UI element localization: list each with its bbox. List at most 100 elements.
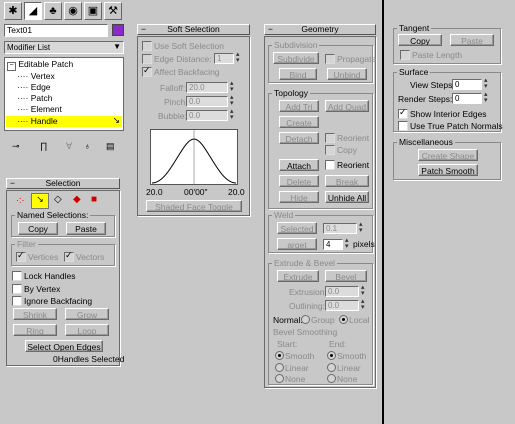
unbind-button[interactable]: Unbind bbox=[327, 68, 367, 80]
vertex-icon[interactable]: ·:· bbox=[16, 195, 25, 205]
motion-tab-icon[interactable]: ◉ bbox=[64, 2, 82, 20]
attach-button[interactable]: Attach bbox=[279, 159, 319, 171]
object-name-field[interactable]: Text01 bbox=[4, 24, 108, 37]
unhide-all-button[interactable]: Unhide All bbox=[325, 191, 369, 203]
spinner-icon[interactable] bbox=[230, 79, 236, 93]
start-linear-radio[interactable] bbox=[275, 363, 284, 372]
subdivide-button[interactable]: Subdivide bbox=[273, 52, 319, 64]
element-icon[interactable]: ■ bbox=[91, 194, 97, 205]
create-button[interactable]: Create bbox=[279, 116, 319, 128]
tangent-copy-button[interactable]: Copy bbox=[398, 34, 442, 46]
bubble-field[interactable]: 0.0 bbox=[186, 110, 228, 121]
pinch-field[interactable]: 0.0 bbox=[186, 96, 228, 107]
paste-named-selection-button[interactable]: Paste bbox=[66, 222, 106, 235]
spinner-icon[interactable] bbox=[361, 297, 367, 311]
copy-detach-checkbox[interactable] bbox=[325, 145, 335, 155]
stack-item-handle[interactable]: ···· Handle ↘ bbox=[6, 115, 122, 127]
propagate-checkbox[interactable] bbox=[325, 54, 335, 64]
spinner-icon[interactable] bbox=[230, 93, 236, 107]
outlining-field[interactable]: 0.0 bbox=[325, 300, 359, 311]
stack-item-element[interactable]: ···· Element bbox=[17, 104, 62, 114]
vertices-checkbox[interactable] bbox=[16, 250, 26, 262]
edge-distance-field[interactable]: 1 bbox=[214, 53, 234, 64]
patch-icon[interactable]: ◆ bbox=[73, 194, 81, 205]
end-smooth-radio[interactable] bbox=[327, 351, 336, 360]
spinner-icon[interactable] bbox=[361, 283, 367, 297]
show-interior-edges-checkbox[interactable] bbox=[398, 107, 408, 119]
remove-modifier-icon[interactable]: ♁ bbox=[84, 141, 91, 151]
geometry-rollout-header[interactable]: − Geometry bbox=[264, 24, 376, 35]
spinner-icon[interactable] bbox=[484, 76, 490, 90]
end-none-radio[interactable] bbox=[327, 374, 336, 383]
make-unique-icon[interactable]: ∀ bbox=[66, 141, 72, 152]
vectors-checkbox[interactable] bbox=[64, 250, 74, 262]
copy-named-selection-button[interactable]: Copy bbox=[18, 222, 58, 235]
spinner-icon[interactable] bbox=[359, 220, 365, 234]
stack-item-patch[interactable]: ···· Patch bbox=[17, 93, 52, 103]
spinner-icon[interactable] bbox=[345, 236, 351, 250]
ignore-backfacing-checkbox[interactable] bbox=[12, 296, 22, 306]
lock-handles-checkbox[interactable] bbox=[12, 271, 22, 281]
use-true-patch-normals-checkbox[interactable] bbox=[398, 121, 408, 131]
normal-group-radio[interactable] bbox=[301, 315, 310, 324]
weld-threshold-field[interactable]: 0.1 bbox=[323, 223, 357, 234]
pin-stack-icon[interactable]: ⊸ bbox=[12, 141, 20, 152]
display-tab-icon[interactable]: ▣ bbox=[84, 2, 102, 20]
create-shape-button[interactable]: Create Shape bbox=[418, 149, 478, 161]
reorient-attach-checkbox[interactable] bbox=[325, 160, 335, 170]
soft-selection-rollout-header[interactable]: − Soft Selection bbox=[137, 24, 250, 35]
extrude-button[interactable]: Extrude bbox=[277, 270, 319, 282]
render-steps-field[interactable]: 0 bbox=[452, 93, 482, 104]
stack-item-edge[interactable]: ···· Edge bbox=[17, 82, 51, 92]
use-soft-selection-checkbox[interactable] bbox=[142, 41, 152, 51]
modifier-list-dropdown[interactable]: Modifier List ▼ bbox=[4, 41, 124, 54]
hierarchy-tab-icon[interactable]: ♣ bbox=[44, 2, 62, 20]
spinner-icon[interactable] bbox=[484, 90, 490, 104]
detach-button[interactable]: Detach bbox=[279, 132, 319, 144]
view-steps-field[interactable]: 0 bbox=[452, 79, 482, 90]
weld-target-button[interactable]: arget bbox=[277, 238, 317, 250]
hide-button[interactable]: Hide bbox=[279, 191, 319, 203]
edge-distance-checkbox[interactable] bbox=[142, 54, 152, 64]
shaded-face-toggle-button[interactable]: Shaded Face Toggle bbox=[146, 200, 242, 212]
add-tri-button[interactable]: Add Tri bbox=[279, 100, 319, 112]
bind-button[interactable]: Bind bbox=[279, 68, 317, 80]
start-none-radio[interactable] bbox=[275, 374, 284, 383]
show-end-result-icon[interactable]: ∏ bbox=[40, 141, 47, 151]
affect-backfacing-checkbox[interactable] bbox=[142, 65, 152, 77]
modify-tab-icon[interactable]: ◢ bbox=[24, 2, 42, 20]
end-linear-radio[interactable] bbox=[327, 363, 336, 372]
add-quad-button[interactable]: Add Quad bbox=[325, 100, 369, 112]
bevel-button[interactable]: Bevel bbox=[325, 270, 367, 282]
configure-sets-icon[interactable]: ▤ bbox=[106, 141, 115, 152]
falloff-field[interactable]: 20.0 bbox=[186, 82, 228, 93]
ring-button[interactable]: Ring bbox=[13, 324, 57, 336]
panel-scrollbar[interactable] bbox=[382, 0, 384, 424]
tangent-paste-button[interactable]: Paste bbox=[450, 34, 494, 46]
edge-icon[interactable]: ◇ bbox=[54, 194, 62, 205]
target-pixels-field[interactable]: 4 bbox=[323, 239, 343, 250]
stack-item-vertex[interactable]: ···· Vertex bbox=[17, 71, 55, 81]
spinner-icon[interactable] bbox=[230, 107, 236, 121]
select-open-edges-button[interactable]: Select Open Edges bbox=[25, 340, 103, 352]
handle-icon[interactable]: ↘ bbox=[31, 193, 49, 209]
break-button[interactable]: Break bbox=[325, 175, 369, 187]
create-tab-icon[interactable]: ✱ bbox=[4, 2, 22, 20]
shrink-button[interactable]: Shrink bbox=[13, 308, 57, 320]
start-smooth-radio[interactable] bbox=[275, 351, 284, 360]
collapse-icon[interactable]: − bbox=[7, 62, 16, 71]
utilities-tab-icon[interactable]: ⚒ bbox=[104, 2, 122, 20]
object-color-swatch[interactable] bbox=[112, 24, 124, 36]
spinner-icon[interactable] bbox=[236, 50, 242, 64]
reorient-detach-checkbox[interactable] bbox=[325, 133, 335, 143]
grow-button[interactable]: Grow bbox=[65, 308, 109, 320]
selection-rollout-header[interactable]: − Selection bbox=[6, 178, 120, 189]
normal-local-radio[interactable] bbox=[339, 315, 348, 324]
by-vertex-checkbox[interactable] bbox=[12, 284, 22, 294]
loop-button[interactable]: Loop bbox=[65, 324, 109, 336]
paste-length-checkbox[interactable] bbox=[400, 50, 410, 60]
delete-button[interactable]: Delete bbox=[279, 175, 319, 187]
patch-smooth-button[interactable]: Patch Smooth bbox=[418, 164, 478, 176]
stack-root[interactable]: − Editable Patch bbox=[7, 59, 73, 71]
weld-selected-button[interactable]: Selected bbox=[277, 222, 317, 234]
